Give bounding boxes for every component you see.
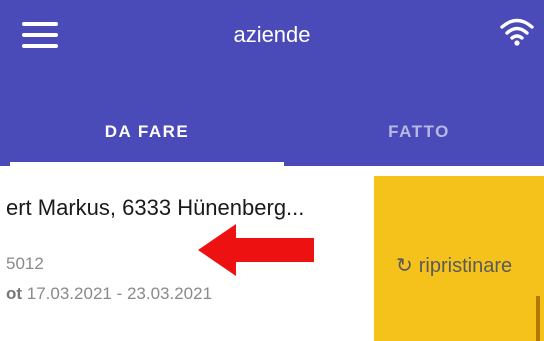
date-range-label: ot: [6, 284, 23, 303]
tab-indicator: [10, 162, 284, 166]
date-range-row: ot 17.03.2021 - 23.03.2021: [6, 284, 212, 304]
page-title: aziende: [233, 22, 311, 47]
scrollbar-handle[interactable]: [536, 296, 540, 341]
restore-label: ripristinare: [418, 255, 513, 277]
tab-da-fare[interactable]: DA FARE: [10, 122, 284, 142]
refresh-icon: ↻: [396, 255, 413, 277]
company-number: 5012: [6, 254, 44, 273]
tab-fatto[interactable]: FATTO: [284, 122, 544, 142]
restore-swipe-action[interactable]: ↻ ripristinare: [374, 176, 544, 341]
date-range-value: 17.03.2021 - 23.03.2021: [22, 284, 213, 303]
restore-button[interactable]: ↻ ripristinare: [396, 253, 512, 278]
app-bar: aziende DA FARE FATTO: [0, 0, 544, 166]
company-name: ert Markus, 6333 Hünenberg...: [6, 195, 305, 220]
list-item-company[interactable]: ert Markus, 6333 Hünenberg... 5012 ot 17…: [0, 176, 374, 341]
wifi-icon: [500, 18, 534, 46]
title-bar: aziende: [0, 0, 544, 66]
tab-bar: DA FARE FATTO: [0, 110, 544, 166]
red-arrow-annotation: [198, 224, 314, 276]
